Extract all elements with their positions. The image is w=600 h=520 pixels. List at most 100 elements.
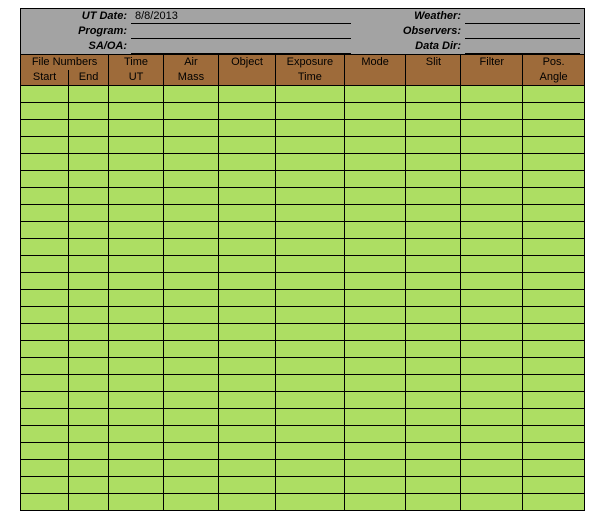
cell[interactable] — [21, 494, 69, 511]
cell[interactable] — [69, 324, 109, 341]
cell[interactable] — [461, 324, 523, 341]
cell[interactable] — [344, 137, 406, 154]
cell[interactable] — [21, 375, 69, 392]
cell[interactable] — [21, 443, 69, 460]
cell[interactable] — [218, 392, 275, 409]
cell[interactable] — [461, 273, 523, 290]
cell[interactable] — [406, 460, 461, 477]
cell[interactable] — [276, 358, 345, 375]
cell[interactable] — [406, 103, 461, 120]
cell[interactable] — [523, 341, 585, 358]
cell[interactable] — [109, 154, 164, 171]
cell[interactable] — [163, 154, 218, 171]
value-observers[interactable] — [465, 24, 580, 39]
cell[interactable] — [163, 477, 218, 494]
cell[interactable] — [344, 494, 406, 511]
cell[interactable] — [69, 307, 109, 324]
value-program[interactable] — [131, 24, 351, 39]
cell[interactable] — [523, 205, 585, 222]
cell[interactable] — [461, 205, 523, 222]
cell[interactable] — [523, 443, 585, 460]
cell[interactable] — [461, 137, 523, 154]
cell[interactable] — [69, 205, 109, 222]
cell[interactable] — [21, 392, 69, 409]
cell[interactable] — [276, 392, 345, 409]
cell[interactable] — [461, 443, 523, 460]
cell[interactable] — [69, 171, 109, 188]
cell[interactable] — [109, 494, 164, 511]
value-datadir[interactable] — [465, 39, 580, 54]
cell[interactable] — [406, 86, 461, 103]
cell[interactable] — [109, 188, 164, 205]
cell[interactable] — [163, 188, 218, 205]
cell[interactable] — [21, 409, 69, 426]
cell[interactable] — [344, 324, 406, 341]
cell[interactable] — [276, 222, 345, 239]
cell[interactable] — [406, 494, 461, 511]
cell[interactable] — [523, 137, 585, 154]
cell[interactable] — [461, 460, 523, 477]
cell[interactable] — [218, 256, 275, 273]
cell[interactable] — [406, 188, 461, 205]
cell[interactable] — [218, 375, 275, 392]
cell[interactable] — [163, 256, 218, 273]
cell[interactable] — [276, 409, 345, 426]
cell[interactable] — [276, 341, 345, 358]
cell[interactable] — [109, 103, 164, 120]
cell[interactable] — [461, 239, 523, 256]
cell[interactable] — [69, 392, 109, 409]
cell[interactable] — [276, 324, 345, 341]
cell[interactable] — [218, 188, 275, 205]
value-saoa[interactable] — [131, 39, 351, 54]
cell[interactable] — [523, 120, 585, 137]
cell[interactable] — [523, 290, 585, 307]
cell[interactable] — [163, 171, 218, 188]
cell[interactable] — [461, 409, 523, 426]
cell[interactable] — [523, 222, 585, 239]
cell[interactable] — [69, 477, 109, 494]
cell[interactable] — [218, 120, 275, 137]
cell[interactable] — [109, 171, 164, 188]
cell[interactable] — [163, 137, 218, 154]
cell[interactable] — [21, 137, 69, 154]
cell[interactable] — [406, 290, 461, 307]
cell[interactable] — [406, 358, 461, 375]
cell[interactable] — [461, 494, 523, 511]
cell[interactable] — [523, 409, 585, 426]
cell[interactable] — [109, 477, 164, 494]
cell[interactable] — [109, 392, 164, 409]
cell[interactable] — [163, 460, 218, 477]
cell[interactable] — [69, 154, 109, 171]
cell[interactable] — [344, 307, 406, 324]
cell[interactable] — [406, 409, 461, 426]
cell[interactable] — [344, 222, 406, 239]
cell[interactable] — [69, 443, 109, 460]
cell[interactable] — [163, 307, 218, 324]
cell[interactable] — [523, 392, 585, 409]
cell[interactable] — [461, 120, 523, 137]
cell[interactable] — [523, 188, 585, 205]
cell[interactable] — [406, 392, 461, 409]
cell[interactable] — [523, 426, 585, 443]
cell[interactable] — [163, 358, 218, 375]
cell[interactable] — [69, 290, 109, 307]
cell[interactable] — [218, 307, 275, 324]
cell[interactable] — [21, 222, 69, 239]
cell[interactable] — [523, 358, 585, 375]
cell[interactable] — [69, 120, 109, 137]
cell[interactable] — [21, 273, 69, 290]
cell[interactable] — [163, 375, 218, 392]
cell[interactable] — [163, 290, 218, 307]
cell[interactable] — [461, 290, 523, 307]
cell[interactable] — [69, 341, 109, 358]
cell[interactable] — [163, 205, 218, 222]
cell[interactable] — [523, 171, 585, 188]
cell[interactable] — [276, 443, 345, 460]
cell[interactable] — [218, 222, 275, 239]
cell[interactable] — [344, 341, 406, 358]
cell[interactable] — [163, 324, 218, 341]
cell[interactable] — [461, 171, 523, 188]
cell[interactable] — [218, 171, 275, 188]
cell[interactable] — [276, 273, 345, 290]
cell[interactable] — [461, 188, 523, 205]
